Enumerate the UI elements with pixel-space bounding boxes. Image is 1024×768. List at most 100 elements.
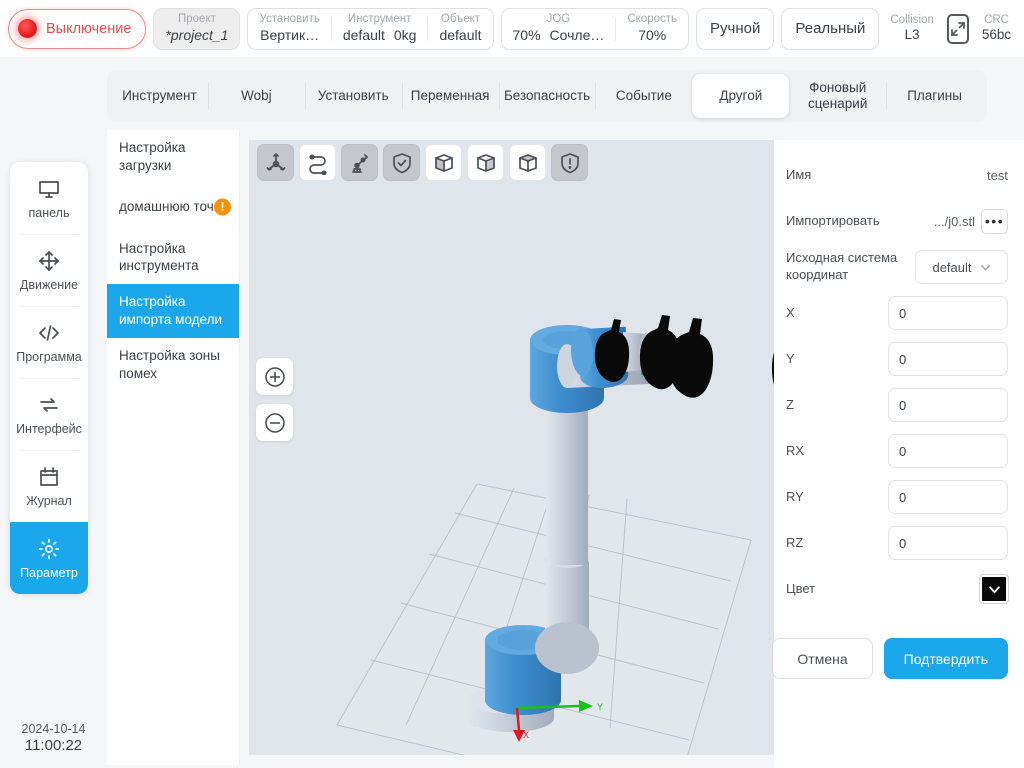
name-value: test xyxy=(987,167,1008,183)
import-path-value: .../j0.stl xyxy=(933,213,975,229)
subnav-item-0[interactable]: Настройка загрузки xyxy=(107,130,239,184)
main-nav-rail: панель Движение Программа Интерфейс Журнал Па… xyxy=(10,162,88,594)
clock-time: 11:00:22 xyxy=(24,737,83,755)
jog-speed-pill[interactable]: JOG 70% Сочле… Скорость 70% xyxy=(500,7,690,50)
nav-item-5[interactable]: Параметр xyxy=(10,522,88,594)
subnav-item-label: Настройка импорта модели xyxy=(119,294,222,328)
tab-7[interactable]: Фоновый сценарий xyxy=(789,74,886,118)
fullscreen-expand-icon[interactable] xyxy=(946,13,969,44)
cube-side-icon xyxy=(476,153,495,172)
install-value: Вертик… xyxy=(260,27,320,44)
cube-front-icon xyxy=(434,153,453,172)
subnav-item-2[interactable]: Настройка инструмента xyxy=(107,231,239,285)
coordinate-fields: X Y Z RX RY RZ xyxy=(786,290,1008,566)
browse-file-button[interactable]: ••• xyxy=(981,208,1008,234)
z-input[interactable] xyxy=(888,388,1008,422)
nav-item-label: Интерфейс xyxy=(16,421,82,436)
nav-item-0[interactable]: панель xyxy=(10,162,88,234)
svg-text:X: X xyxy=(523,730,529,740)
subnav-item-4[interactable]: Настройка зоны помех xyxy=(107,338,239,392)
top-status-bar: Выключение Проект *project_1 Установить … xyxy=(0,0,1024,57)
cancel-button[interactable]: Отмена xyxy=(772,638,873,679)
speed-value: 70% xyxy=(638,27,667,44)
power-off-button[interactable]: Выключение xyxy=(8,8,147,49)
viewport-tool-cube-top[interactable] xyxy=(509,144,546,181)
object-value: default xyxy=(439,27,482,44)
viewport-tool-shield-alert[interactable] xyxy=(551,144,588,181)
import-label: Импортировать xyxy=(786,212,880,228)
confirm-button[interactable]: Подтвердить xyxy=(883,638,1008,679)
tool-payload: 0kg xyxy=(393,27,417,44)
robot-arm-icon xyxy=(351,153,368,173)
tab-8[interactable]: Плагины xyxy=(886,74,983,118)
form-row-x: X xyxy=(786,290,1008,336)
form-row-color: Цвет xyxy=(786,566,1008,612)
viewport-tool-cube-front[interactable] xyxy=(425,144,462,181)
y-input[interactable] xyxy=(888,342,1008,376)
viewport-tool-cube-side[interactable] xyxy=(467,144,504,181)
power-off-label: Выключение xyxy=(46,20,132,37)
x-input[interactable] xyxy=(888,296,1008,330)
rx-label: RX xyxy=(786,442,805,458)
collision-value: L3 xyxy=(904,27,920,43)
tab-3[interactable]: Переменная xyxy=(401,74,499,118)
calendar-icon xyxy=(40,466,58,486)
project-pill[interactable]: Проект *project_1 xyxy=(153,7,241,50)
form-row-rz: RZ xyxy=(786,520,1008,566)
gear-icon xyxy=(38,538,60,559)
rz-label: RZ xyxy=(786,534,804,550)
tab-0[interactable]: Инструмент xyxy=(111,74,208,118)
tab-1[interactable]: Wobj xyxy=(207,74,305,118)
ry-input[interactable] xyxy=(888,480,1008,514)
zoom-out-button[interactable] xyxy=(256,404,293,441)
source-frame-select[interactable]: default xyxy=(915,250,1008,284)
subnav-item-1[interactable]: домашнюю точку! xyxy=(107,184,239,231)
manual-mode-button[interactable]: Ручной xyxy=(696,7,775,50)
jog-stat: JOG 70% Сочле… xyxy=(502,13,616,43)
color-picker-button[interactable] xyxy=(980,575,1008,603)
tab-2[interactable]: Установить xyxy=(304,74,402,118)
monitor-icon xyxy=(39,180,59,198)
nav-item-label: Журнал xyxy=(26,493,72,508)
color-label: Цвет xyxy=(786,580,816,596)
nav-item-3[interactable]: Интерфейс xyxy=(10,378,88,450)
viewport-tool-robot-arm[interactable] xyxy=(341,144,378,181)
nav-item-4[interactable]: Журнал xyxy=(10,450,88,522)
tab-5[interactable]: Событие xyxy=(595,74,692,118)
nav-item-1[interactable]: Движение xyxy=(10,234,88,306)
real-mode-button[interactable]: Реальный xyxy=(781,7,880,50)
form-row-frame: Исходная система координат default xyxy=(786,244,1008,290)
nav-item-label: Движение xyxy=(19,277,79,292)
tool-value-row: default 0kg xyxy=(343,27,417,44)
model-import-form: Имя test Импортировать .../j0.stl ••• Ис… xyxy=(772,140,1024,768)
rx-input[interactable] xyxy=(888,434,1008,468)
tool-value: default xyxy=(342,27,385,44)
nav-item-2[interactable]: Программа xyxy=(10,306,88,378)
source-frame-label: Исходная система координат xyxy=(786,250,898,282)
tab-4[interactable]: Безопасность xyxy=(498,74,596,118)
tab-6[interactable]: Другой xyxy=(692,74,790,118)
form-action-buttons: Отмена Подтвердить xyxy=(772,638,1008,679)
jog-mode: Сочле… xyxy=(549,27,605,44)
warning-badge-icon: ! xyxy=(214,198,231,216)
svg-text:Y: Y xyxy=(597,702,603,712)
subnav-item-3[interactable]: Настройка импорта модели xyxy=(107,284,239,338)
subnav-item-label: домашнюю точку xyxy=(119,199,227,215)
viewport-tool-axis-tripod[interactable] xyxy=(257,144,294,181)
nav-item-label: панель xyxy=(28,205,70,220)
crc-value: 56bc xyxy=(981,27,1012,43)
chevron-down-icon xyxy=(988,585,1000,594)
project-value: *project_1 xyxy=(165,27,229,44)
install-tool-object-pill[interactable]: Установить Вертик… Инструмент default 0k… xyxy=(247,7,494,50)
model-3d-viewport[interactable]: Y X xyxy=(249,140,774,755)
nav-item-label: Программа xyxy=(16,349,82,364)
tool-stat: Инструмент default 0kg xyxy=(332,13,428,43)
rz-input[interactable] xyxy=(888,526,1008,560)
x-label: X xyxy=(786,304,795,320)
zoom-in-button[interactable] xyxy=(256,358,293,395)
z-label: Z xyxy=(786,396,794,412)
axis-tripod-icon xyxy=(266,152,285,171)
viewport-tool-trajectory-path[interactable] xyxy=(299,144,336,181)
viewport-tool-shield-check[interactable] xyxy=(383,144,420,181)
install-label: Установить xyxy=(259,13,320,26)
